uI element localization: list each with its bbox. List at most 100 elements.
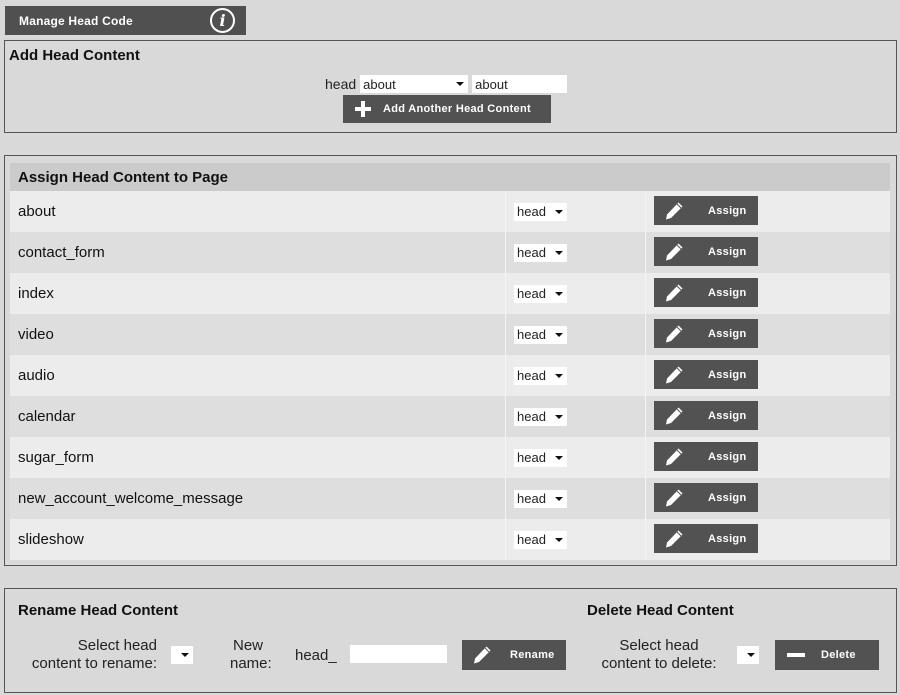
rename-delete-panel: Rename Head Content Select head content … (4, 588, 897, 693)
head-select-cell: head (506, 478, 646, 519)
table-row: new_account_welcome_message head Assign (10, 478, 890, 519)
pencil-icon (664, 447, 684, 467)
head-select[interactable]: head (514, 407, 567, 426)
pencil-icon (664, 529, 684, 549)
assign-cell: Assign (646, 191, 890, 232)
assign-cell: Assign (646, 355, 890, 396)
head-select[interactable]: head (514, 448, 567, 467)
page-name: video (10, 314, 506, 355)
head-select-value: head (517, 491, 546, 506)
delete-select-label-line1: Select head (619, 637, 699, 654)
page-name: slideshow (10, 519, 506, 560)
assign-cell: Assign (646, 437, 890, 478)
info-icon[interactable]: i (210, 8, 235, 33)
delete-button[interactable]: Delete (775, 640, 879, 670)
assign-button[interactable]: Assign (654, 196, 758, 225)
page-name: audio (10, 355, 506, 396)
head-select[interactable]: head (514, 202, 567, 221)
assign-cell: Assign (646, 314, 890, 355)
head-select-value: head (517, 450, 546, 465)
head-select[interactable]: head (514, 243, 567, 262)
pencil-icon (664, 283, 684, 303)
chevron-down-icon (181, 653, 189, 657)
delete-head-content-select[interactable] (737, 646, 759, 664)
head-select[interactable]: head (514, 489, 567, 508)
page-name: new_account_welcome_message (10, 478, 506, 519)
page-name: sugar_form (10, 437, 506, 478)
head-select[interactable]: head (514, 325, 567, 344)
head-select-value: head (517, 245, 546, 260)
pencil-icon (664, 365, 684, 385)
assign-cell: Assign (646, 273, 890, 314)
rename-button[interactable]: Rename (462, 640, 566, 670)
head-select-value: head (517, 532, 546, 547)
new-name-input[interactable] (350, 645, 447, 663)
new-name-label: New name: (230, 637, 272, 673)
table-row: slideshow head Assign (10, 519, 890, 560)
chevron-down-icon (456, 82, 465, 86)
pencil-icon (664, 406, 684, 426)
head-select-value: head (517, 327, 546, 342)
assign-cell: Assign (646, 519, 890, 560)
head-select-cell: head (506, 519, 646, 560)
page-title-bar: Manage Head Code i (5, 6, 246, 35)
rename-button-label: Rename (510, 649, 555, 661)
assign-cell: Assign (646, 396, 890, 437)
chevron-down-icon (555, 496, 563, 501)
head-select-value: head (517, 286, 546, 301)
add-head-content-title: Add Head Content (9, 47, 140, 64)
rename-select-label-line2: content to rename: (31, 655, 157, 672)
head-select[interactable]: head (514, 366, 567, 385)
delete-select-label: Select head content to delete: (601, 637, 717, 673)
head-select-cell: head (506, 232, 646, 273)
assign-button[interactable]: Assign (654, 401, 758, 430)
assign-button[interactable]: Assign (654, 319, 758, 348)
head-content-select-value: about (363, 76, 396, 92)
assign-button-label: Assign (708, 286, 747, 299)
page-name: index (10, 273, 506, 314)
rename-head-content-title: Rename Head Content (18, 602, 179, 619)
pencil-icon (472, 645, 492, 665)
assign-button[interactable]: Assign (654, 360, 758, 389)
head-select[interactable]: head (514, 530, 567, 549)
assign-cell: Assign (646, 232, 890, 273)
add-another-head-content-button[interactable]: Add Another Head Content (343, 95, 551, 123)
assign-button-label: Assign (708, 204, 747, 217)
table-row: audio head Assign (10, 355, 890, 396)
page-name: about (10, 191, 506, 232)
assign-button[interactable]: Assign (654, 278, 758, 307)
head-select-value: head (517, 368, 546, 383)
chevron-down-icon (555, 291, 563, 296)
head-select-value: head (517, 204, 546, 219)
assign-table: about head Assign contact_form head Assi… (10, 191, 890, 560)
head-select[interactable]: head (514, 284, 567, 303)
table-row: sugar_form head Assign (10, 437, 890, 478)
table-row: about head Assign (10, 191, 890, 232)
chevron-down-icon (555, 332, 563, 337)
assign-button-label: Assign (708, 327, 747, 340)
assign-button-label: Assign (708, 450, 747, 463)
pencil-icon (664, 201, 684, 221)
rename-head-content-select[interactable] (171, 646, 193, 664)
page-name: calendar (10, 396, 506, 437)
page-title: Manage Head Code (19, 13, 133, 28)
head-prefix-label: head (325, 76, 357, 92)
chevron-down-icon (555, 414, 563, 419)
head-content-select[interactable]: about (360, 75, 469, 93)
assign-button-label: Assign (708, 368, 747, 381)
assign-head-content-title: Assign Head Content to Page (10, 163, 890, 191)
assign-button[interactable]: Assign (654, 442, 758, 471)
chevron-down-icon (555, 250, 563, 255)
minus-icon (787, 653, 805, 657)
chevron-down-icon (555, 537, 563, 542)
add-another-head-content-label: Add Another Head Content (383, 103, 531, 115)
head-content-name-input[interactable] (472, 75, 568, 93)
assign-button[interactable]: Assign (654, 524, 758, 553)
head-select-cell: head (506, 314, 646, 355)
assign-button[interactable]: Assign (654, 237, 758, 266)
assign-cell: Assign (646, 478, 890, 519)
assign-button[interactable]: Assign (654, 483, 758, 512)
chevron-down-icon (747, 653, 755, 657)
plus-icon (355, 101, 371, 117)
pencil-icon (664, 324, 684, 344)
